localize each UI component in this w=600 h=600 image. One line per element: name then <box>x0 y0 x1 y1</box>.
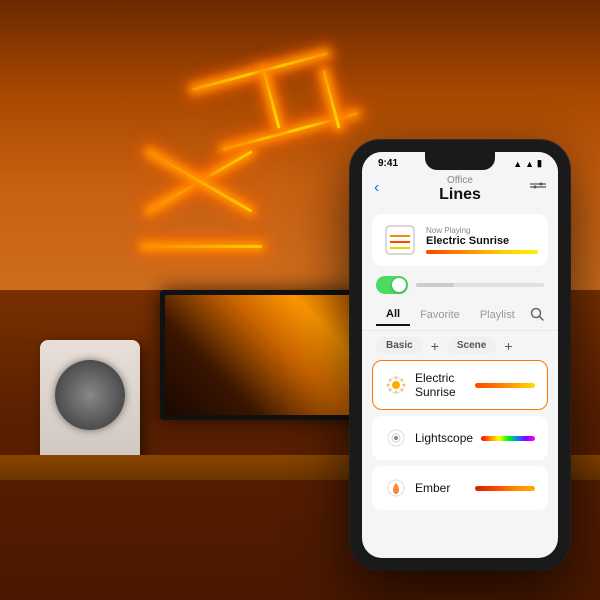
now-playing-bar <box>426 250 538 254</box>
scene-name-electric-sunrise: Electric Sunrise <box>415 371 467 399</box>
brightness-slider[interactable] <box>416 283 544 287</box>
led-wall-art <box>80 30 360 250</box>
now-playing-label: Now Playing <box>426 226 538 235</box>
filter-button[interactable] <box>530 179 546 198</box>
now-playing-info: Now Playing Electric Sunrise <box>426 226 538 254</box>
speaker <box>40 340 140 460</box>
led-line-7 <box>142 245 262 248</box>
status-time: 9:41 <box>378 158 398 169</box>
header-title: Lines <box>376 186 544 204</box>
scene-item-ember[interactable]: Ember <box>372 466 548 510</box>
scene-name-ember: Ember <box>415 481 467 495</box>
scene-icon-sunrise <box>385 374 407 396</box>
category-row: Basic + Scene + <box>362 331 558 360</box>
led-line-3 <box>262 70 280 129</box>
status-icons: ▲ ▲ ▮ <box>513 158 542 169</box>
filter-icon <box>530 179 546 195</box>
tab-all[interactable]: All <box>376 304 410 326</box>
scene-gradient-lightscope <box>481 436 535 441</box>
add-scene-button[interactable]: + <box>504 338 512 354</box>
battery-icon: ▮ <box>537 158 542 169</box>
scene-gradient-sunrise <box>475 383 535 388</box>
scene-item-electric-sunrise[interactable]: Electric Sunrise <box>372 360 548 410</box>
controls-row <box>362 270 558 300</box>
phone: 9:41 ▲ ▲ ▮ ‹ Office Lines <box>350 140 570 570</box>
monitor <box>160 290 360 420</box>
scene-icon-ember <box>385 477 407 499</box>
back-button[interactable]: ‹ <box>374 179 379 197</box>
now-playing-icon <box>382 222 418 258</box>
power-toggle[interactable] <box>376 276 408 294</box>
now-playing-title: Electric Sunrise <box>426 235 538 247</box>
scene-name-lightscope: Lightscope <box>415 431 473 445</box>
signal-icon: ▲ <box>513 159 522 169</box>
scene-gradient-ember <box>475 486 535 491</box>
scene-list: Electric Sunrise Lightscope <box>362 360 558 510</box>
add-basic-button[interactable]: + <box>431 338 439 354</box>
category-scene[interactable]: Scene <box>447 337 496 354</box>
scene-icon-lightscope <box>385 427 407 449</box>
wifi-icon: ▲ <box>525 159 534 169</box>
tab-favorite[interactable]: Favorite <box>410 305 470 325</box>
category-basic[interactable]: Basic <box>376 337 423 354</box>
search-button[interactable] <box>530 307 544 324</box>
led-line-1 <box>192 52 328 91</box>
now-playing-card: Now Playing Electric Sunrise <box>372 214 548 266</box>
tabs-row: All Favorite Playlist <box>362 300 558 331</box>
phone-screen: 9:41 ▲ ▲ ▮ ‹ Office Lines <box>362 152 558 558</box>
search-icon <box>530 307 544 321</box>
phone-notch <box>425 152 495 170</box>
app-header: ‹ Office Lines <box>362 171 558 210</box>
phone-frame: 9:41 ▲ ▲ ▮ ‹ Office Lines <box>350 140 570 570</box>
scene-item-lightscope[interactable]: Lightscope <box>372 416 548 460</box>
header-location: Office <box>376 175 544 186</box>
tab-playlist[interactable]: Playlist <box>470 305 525 325</box>
monitor-screen <box>165 295 355 415</box>
